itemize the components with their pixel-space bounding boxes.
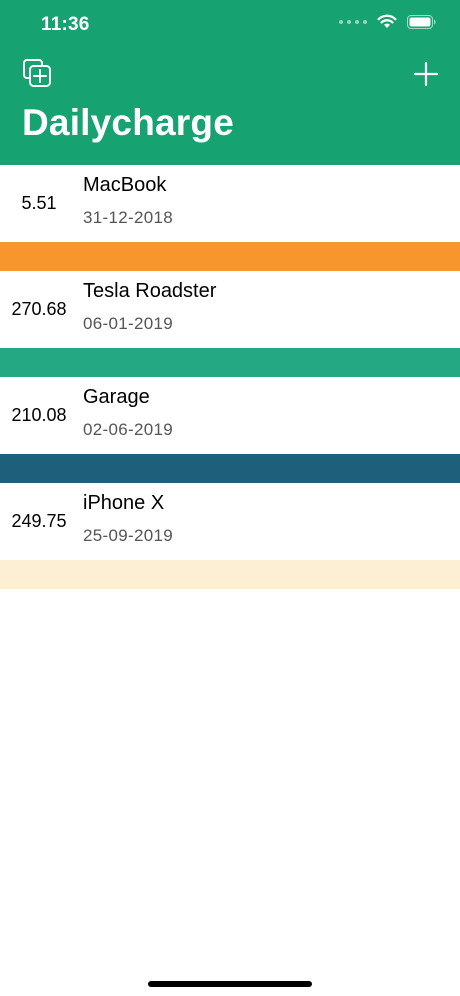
item-date: 25-09-2019 (83, 526, 173, 545)
color-band (0, 348, 460, 377)
item-amount: 210.08 (11, 405, 67, 425)
status-indicators (339, 14, 436, 29)
item-date: 02-06-2019 (83, 420, 173, 439)
list-item[interactable]: 270.68 Tesla Roadster 06-01-2019 (0, 271, 460, 348)
item-name: Garage (83, 386, 150, 408)
plus-icon (413, 61, 439, 87)
item-name: iPhone X (83, 492, 165, 514)
duplicate-icon[interactable] (22, 58, 54, 90)
list-item[interactable]: 249.75 iPhone X 25-09-2019 (0, 483, 460, 560)
cellular-signal-icon (339, 19, 367, 24)
item-date: 31-12-2018 (83, 208, 173, 227)
list-item[interactable]: 210.08 Garage 02-06-2019 (0, 377, 460, 454)
color-band (0, 560, 460, 589)
navigation-header: 11:36 Dailycharge (0, 0, 460, 165)
list-item[interactable]: 5.51 MacBook 31-12-2018 (0, 165, 460, 242)
wifi-icon (377, 14, 397, 29)
item-amount: 270.68 (11, 299, 67, 319)
color-band (0, 242, 460, 271)
status-time: 11:36 (41, 14, 90, 35)
item-amount: 249.75 (11, 511, 67, 531)
add-button[interactable] (412, 60, 440, 88)
item-name: Tesla Roadster (83, 280, 217, 302)
battery-icon (407, 14, 436, 29)
item-date: 06-01-2019 (83, 314, 173, 333)
color-band (0, 454, 460, 483)
charge-list: 5.51 MacBook 31-12-2018 270.68 Tesla Roa… (0, 165, 460, 589)
item-amount: 5.51 (21, 193, 57, 213)
home-indicator[interactable] (148, 981, 312, 987)
page-title: Dailycharge (22, 102, 234, 143)
item-name: MacBook (83, 174, 167, 196)
